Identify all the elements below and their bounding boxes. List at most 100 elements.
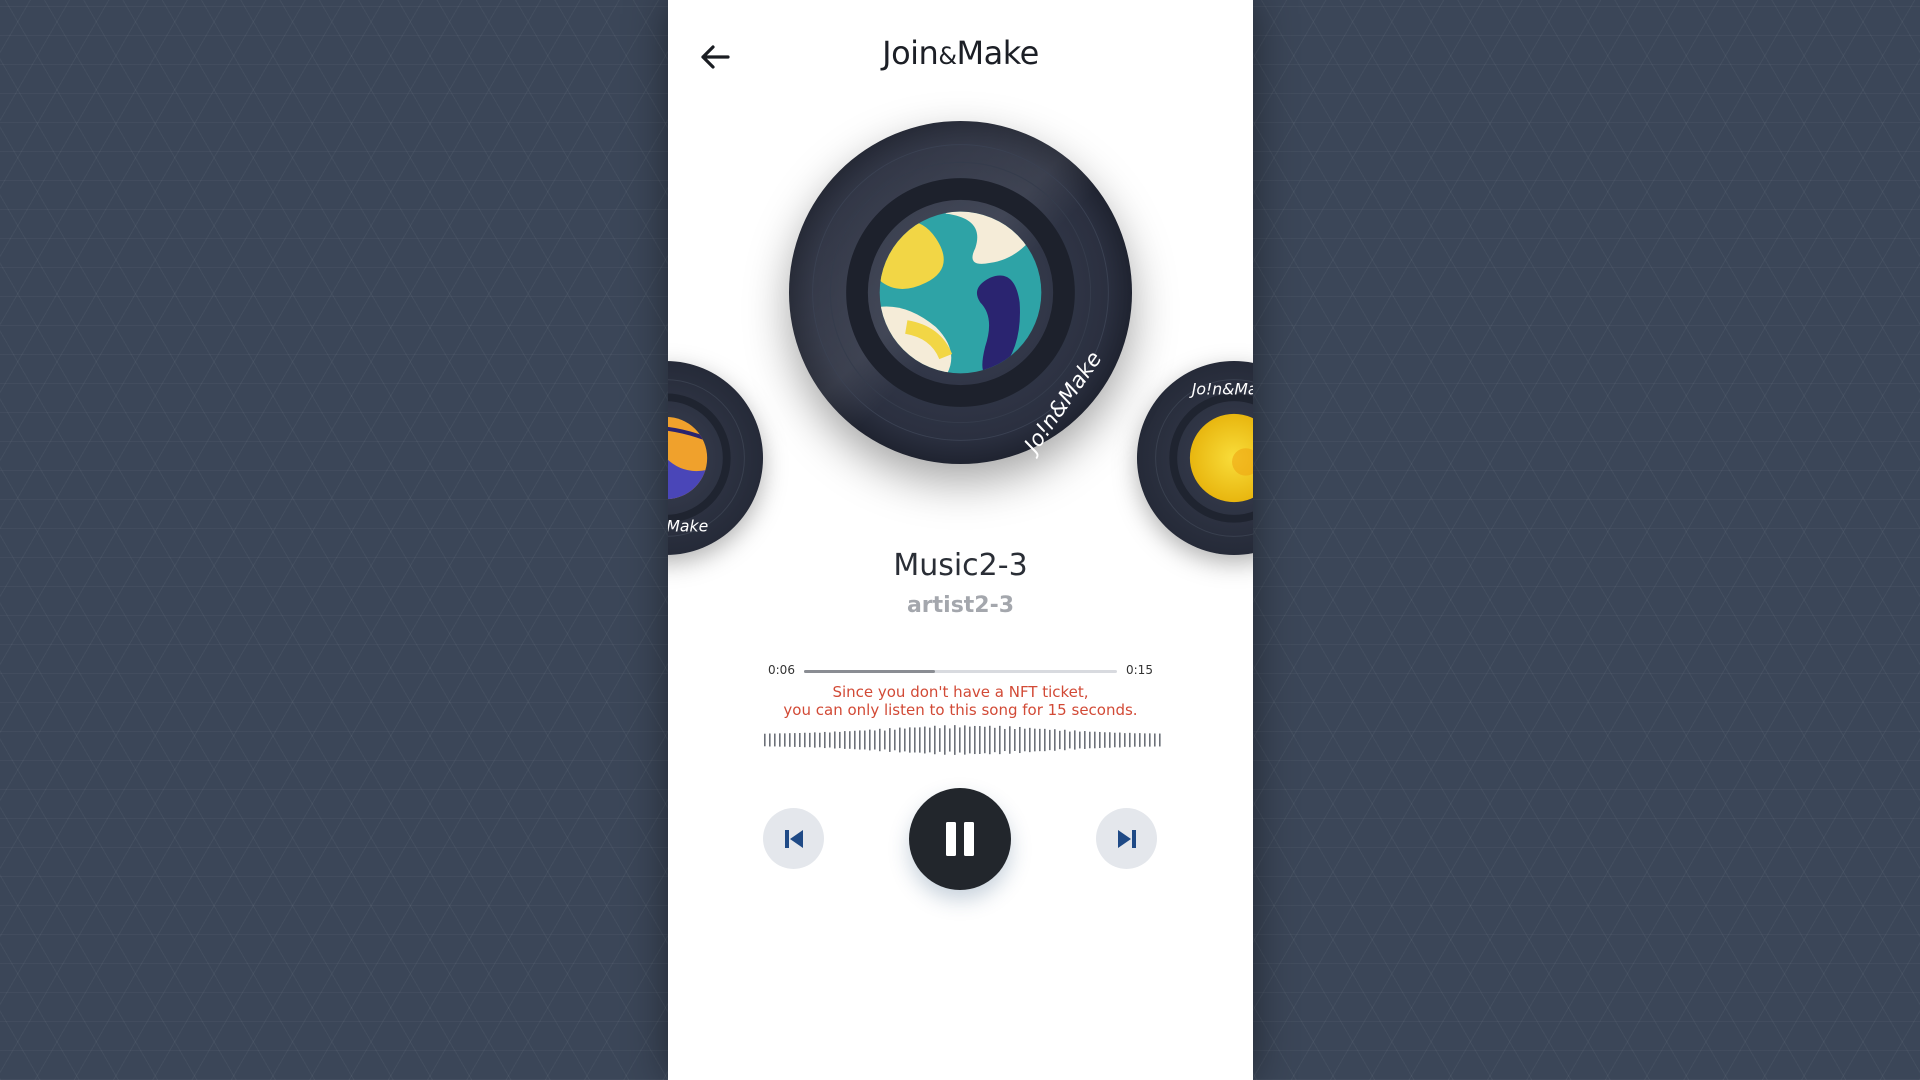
waveform-bar [824, 731, 826, 749]
waveform-bar [1159, 733, 1161, 747]
record-label-text: Jo!n&Make [1189, 379, 1253, 398]
waveform-bar [769, 733, 771, 747]
waveform-bar [889, 728, 891, 752]
waveform-bar [1084, 731, 1086, 749]
progress-fill [804, 670, 936, 673]
waveform-bar [1064, 729, 1066, 751]
waveform-bar [999, 725, 1001, 755]
waveform-bar [869, 729, 871, 751]
waveform-bar [954, 725, 956, 755]
waveform-bar [1154, 733, 1156, 747]
waveform-bar [1059, 730, 1061, 750]
waveform-bar [804, 732, 806, 748]
waveform-bar [809, 732, 811, 748]
waveform-bar [959, 727, 961, 753]
waveform-bar [764, 733, 766, 747]
waveform-bar [1009, 726, 1011, 754]
waveform-bar [1124, 733, 1126, 747]
waveform-bar [964, 725, 966, 755]
waveform-bar [1044, 728, 1046, 752]
waveform-bar [904, 728, 906, 752]
pause-icon [946, 822, 974, 856]
waveform-bar [794, 733, 796, 747]
waveform-bar [829, 732, 831, 748]
waveform-bar [969, 726, 971, 754]
waveform-bar [884, 730, 886, 750]
waveform-bar [1139, 733, 1141, 747]
waveform-bar [939, 728, 941, 752]
waveform-bar [934, 725, 936, 755]
nft-notice-line2: you can only listen to this song for 15 … [783, 701, 1138, 719]
waveform-bar [1134, 733, 1136, 747]
skip-previous-icon [784, 829, 803, 848]
logo-text-join: Join [882, 34, 939, 72]
waveform-bar [1069, 731, 1071, 749]
nft-notice-line1: Since you don't have a NFT ticket, [832, 683, 1089, 701]
waveform-bar [1019, 726, 1021, 754]
logo-ampersand: & [938, 42, 957, 70]
waveform-bar [1149, 733, 1151, 747]
waveform-bar [774, 733, 776, 747]
waveform-bar [1029, 727, 1031, 753]
pause-button[interactable] [909, 788, 1011, 890]
waveform-bar [894, 729, 896, 751]
logo-text-make: Make [956, 34, 1040, 72]
waveform-bar [1129, 732, 1131, 748]
waveform-bar [899, 727, 901, 753]
waveform-bar [1014, 728, 1016, 752]
waveform-bar [1099, 731, 1101, 749]
record-current[interactable]: Jo!n&Make [788, 120, 1133, 465]
waveform-bar [984, 726, 986, 754]
waveform-bar [924, 726, 926, 754]
waveform-bar [814, 732, 816, 748]
waveform-bar [1034, 728, 1036, 752]
record-previous[interactable]: Jo!n&Make [668, 360, 764, 556]
waveform-bar [1094, 731, 1096, 749]
total-time: 0:15 [1126, 663, 1153, 677]
app-logo: Join&Make [668, 34, 1253, 72]
waveform-bar [1049, 729, 1051, 751]
waveform-bar [1074, 730, 1076, 750]
record-label-text: Jo!n&Make [668, 517, 708, 536]
waveform-bar [1004, 728, 1006, 752]
waveform-bar [874, 730, 876, 750]
song-artist: artist2-3 [906, 593, 1015, 618]
waveform-bar [989, 725, 991, 755]
current-time: 0:06 [768, 663, 795, 677]
waveform-bar [789, 733, 791, 747]
waveform-bar [1079, 731, 1081, 749]
waveform-bar [1144, 733, 1146, 747]
waveform-bar [819, 732, 821, 748]
nft-notice: Since you don't have a NFT ticket, you c… [668, 683, 1253, 719]
waveform-bar [944, 725, 946, 755]
record-next[interactable]: Jo!n&Make [1136, 360, 1253, 556]
waveform-bar [879, 728, 881, 752]
waveform-bar [844, 731, 846, 749]
waveform-bar [779, 733, 781, 747]
waveform-bar [1089, 731, 1091, 749]
waveform-bar [859, 730, 861, 750]
player-screen: Join&Make Jo!n&Make [668, 0, 1253, 1080]
waveform-bar [849, 731, 851, 749]
waveform-bar [839, 731, 841, 749]
waveform-bar [1109, 732, 1111, 748]
waveform-bar [1104, 732, 1106, 748]
song-title: Music2-3 [893, 548, 1028, 583]
waveform-bar [864, 730, 866, 750]
waveform-bar [914, 727, 916, 753]
waveform [764, 725, 1161, 755]
waveform-bar [854, 730, 856, 750]
waveform-bar [909, 727, 911, 753]
progress-bar[interactable] [804, 670, 1117, 673]
waveform-bar [994, 727, 996, 753]
waveform-bar [919, 727, 921, 753]
waveform-bar [799, 733, 801, 747]
waveform-bar [929, 727, 931, 753]
waveform-bar [974, 725, 976, 755]
waveform-bar [1054, 729, 1056, 751]
waveform-bar [834, 731, 836, 749]
waveform-bar [784, 733, 786, 747]
next-button[interactable] [1096, 808, 1157, 869]
waveform-bar [1114, 732, 1116, 748]
previous-button[interactable] [763, 808, 824, 869]
